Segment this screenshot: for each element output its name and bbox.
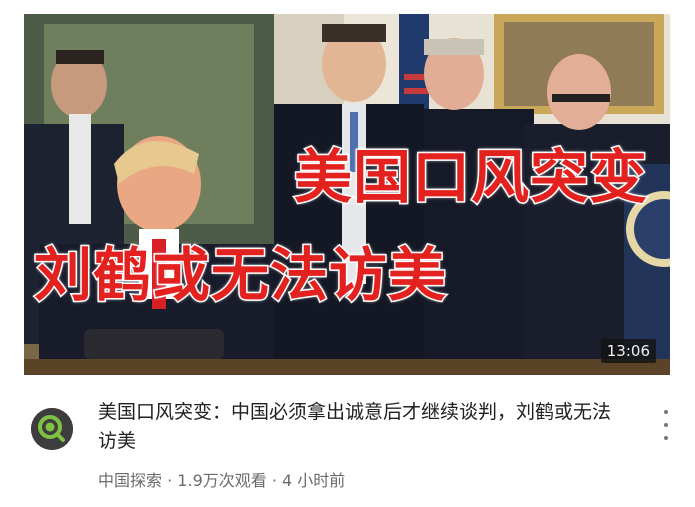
upload-age: 4 小时前 bbox=[282, 471, 346, 490]
meta-separator: · bbox=[167, 471, 173, 490]
more-vertical-icon[interactable] bbox=[658, 410, 674, 440]
magnifier-logo-icon bbox=[31, 408, 73, 450]
video-meta: 中国探索 · 1.9万次观看 · 4 小时前 bbox=[98, 467, 345, 491]
video-title[interactable]: 美国口风突变：中国必须拿出诚意后才继续谈判，刘鹤或无法访美 bbox=[98, 398, 628, 456]
thumbnail-headline-1: 美国口风突变 bbox=[292, 142, 649, 213]
channel-name[interactable]: 中国探索 bbox=[98, 471, 162, 490]
channel-avatar[interactable] bbox=[31, 408, 73, 450]
video-duration-badge: 13:06 bbox=[600, 339, 656, 363]
video-thumbnail[interactable]: 美国口风突变 刘鹤或无法访美 13:06 bbox=[24, 14, 670, 375]
view-count: 1.9万次观看 bbox=[177, 471, 267, 490]
meta-separator: · bbox=[271, 471, 277, 490]
thumbnail-headline-2: 刘鹤或无法访美 bbox=[32, 240, 448, 311]
